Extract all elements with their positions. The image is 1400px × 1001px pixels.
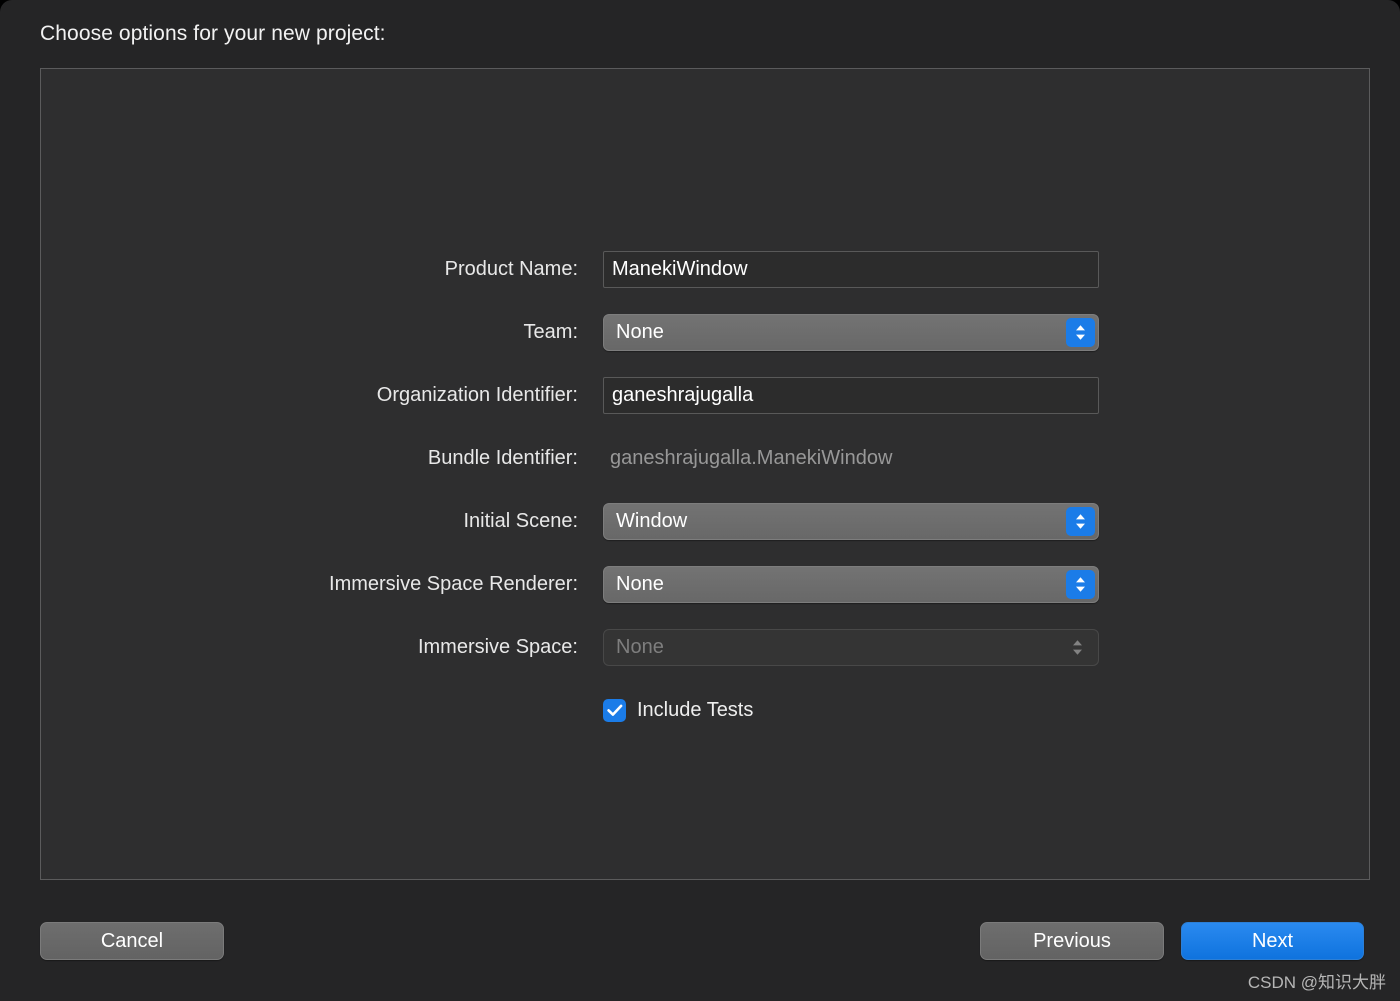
form-row-label: Product Name:: [444, 258, 578, 280]
cancel-button[interactable]: Cancel: [40, 922, 224, 960]
popup-selected-value: Window: [616, 510, 688, 532]
options-panel: Product Name: Team: None Organization Ident…: [40, 68, 1370, 880]
popup-selected-value: None: [616, 636, 664, 658]
form-row: Product Name:: [41, 251, 1371, 288]
text-input[interactable]: [603, 377, 1099, 414]
form-row-control: [603, 251, 1099, 288]
popup-button[interactable]: Window: [603, 503, 1099, 540]
next-button[interactable]: Next: [1181, 922, 1364, 960]
project-options-form: Product Name: Team: None Organization Ident…: [41, 251, 1371, 729]
form-row: Include Tests: [41, 692, 1371, 729]
popup-selected-value: None: [616, 321, 664, 343]
popup-selected-value: None: [616, 573, 664, 595]
page-title: Choose options for your new project:: [40, 22, 386, 45]
form-row-label: Immersive Space:: [417, 636, 578, 658]
text-input[interactable]: [603, 251, 1099, 288]
form-row: Immersive Space: None: [41, 629, 1371, 666]
form-row-control: Window: [603, 503, 1099, 540]
include-tests-checkbox[interactable]: Include Tests: [603, 692, 753, 729]
chevron-up-down-icon[interactable]: [1066, 570, 1095, 599]
readonly-value: ganeshrajugalla.ManekiWindow: [610, 447, 893, 469]
form-row-control: None: [603, 314, 1099, 351]
form-row: Bundle Identifier: ganeshrajugalla.Maneki…: [41, 440, 1371, 477]
form-row: Initial Scene: Window: [41, 503, 1371, 540]
popup-button: None: [603, 629, 1099, 666]
form-row-label: Team:: [523, 321, 578, 343]
form-row: Organization Identifier:: [41, 377, 1371, 414]
form-row: Team: None: [41, 314, 1371, 351]
form-row-control: None: [603, 629, 1099, 666]
form-row: Immersive Space Renderer: None: [41, 566, 1371, 603]
previous-button[interactable]: Previous: [980, 922, 1164, 960]
chevron-up-down-icon[interactable]: [1066, 507, 1095, 536]
checkmark-icon[interactable]: [603, 699, 626, 722]
checkbox-label: Include Tests: [637, 699, 754, 721]
form-row-control: [603, 377, 1099, 414]
form-row-control: None: [603, 566, 1099, 603]
chevron-up-down-icon[interactable]: [1066, 318, 1095, 347]
form-row-label: Immersive Space Renderer:: [329, 573, 578, 595]
watermark: CSDN @知识大胖: [1247, 973, 1386, 992]
popup-button[interactable]: None: [603, 566, 1099, 603]
chevron-up-down-icon: [1063, 633, 1092, 662]
form-row-label: Initial Scene:: [463, 510, 578, 532]
new-project-options-window: Choose options for your new project: Pro…: [0, 0, 1400, 1001]
form-row-label: Bundle Identifier:: [427, 447, 578, 469]
popup-button[interactable]: None: [603, 314, 1099, 351]
form-row-label: Organization Identifier:: [376, 384, 578, 406]
form-row-control: ganeshrajugalla.ManekiWindow: [603, 440, 1099, 477]
